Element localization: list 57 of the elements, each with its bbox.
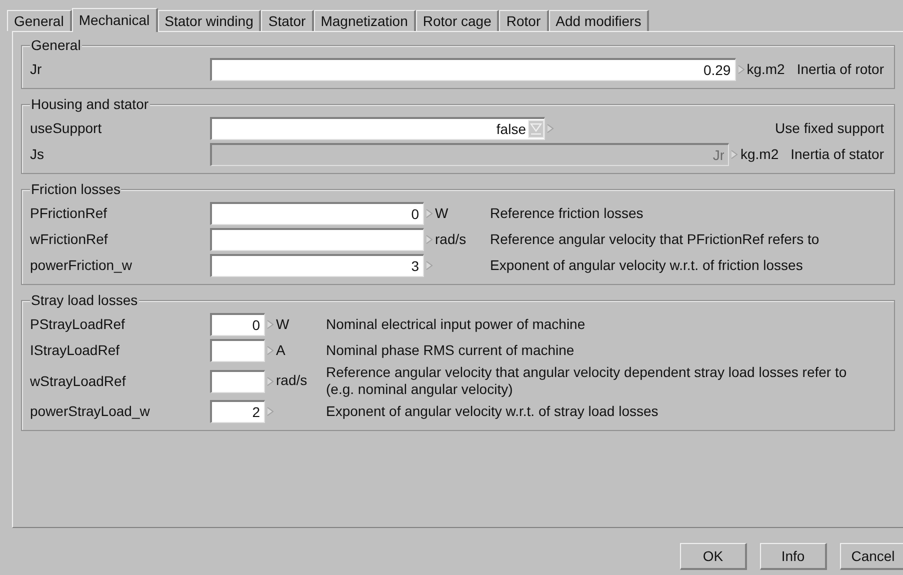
arrow-icon xyxy=(426,235,433,244)
description-text: Inertia of stator xyxy=(790,145,884,164)
description-text: Reference angular velocity that angular velocity dependent stray load losses refer to (e.g. nominal angular velocity) xyxy=(326,364,848,398)
arrow-icon xyxy=(426,261,433,270)
description-text: Use fixed support xyxy=(774,119,884,138)
description-text: Inertia of rotor xyxy=(796,60,884,79)
description-text: Reference angular velocity that PFrictionRef refers to xyxy=(490,231,820,248)
parameter-label: powerStrayLoad_w xyxy=(30,402,151,421)
unit-label: rad/s xyxy=(276,372,308,388)
arrow-icon xyxy=(738,65,745,74)
description-text: Reference friction losses xyxy=(490,205,644,222)
description-text: Exponent of angular velocity w.r.t. of stray load losses xyxy=(326,403,660,420)
tab[interactable]: Rotor xyxy=(499,10,549,31)
tab[interactable]: Stator xyxy=(261,10,314,31)
arrow-icon xyxy=(267,376,274,386)
unit-label: rad/s xyxy=(435,230,466,246)
value-field[interactable]: 0 xyxy=(210,202,424,225)
description-text: Nominal electrical input power of machine xyxy=(326,316,586,333)
parameter-label: wStrayLoadRef xyxy=(30,372,127,391)
value-field[interactable]: 2 xyxy=(210,400,265,423)
arrow-icon xyxy=(267,407,274,416)
value-field[interactable]: 3 xyxy=(210,254,424,277)
unit-label: W xyxy=(435,204,448,220)
arrow-icon xyxy=(547,124,554,133)
description-text: Nominal phase RMS current of machine xyxy=(326,342,576,359)
dialog-button[interactable]: OK xyxy=(680,543,747,570)
arrow-icon xyxy=(426,209,433,218)
tab[interactable]: Mechanical xyxy=(72,8,158,32)
arrow-icon xyxy=(731,150,738,159)
unit-label: A xyxy=(276,342,286,358)
parameter-label: powerFriction_w xyxy=(30,256,133,275)
parameter-label: PFrictionRef xyxy=(30,204,108,223)
tab[interactable]: Stator winding xyxy=(158,10,262,31)
dropdown-field[interactable]: false xyxy=(210,117,545,140)
dialog-button[interactable]: Info xyxy=(760,543,827,570)
description-text: Exponent of angular velocity w.r.t. of friction losses xyxy=(490,257,804,274)
arrow-icon xyxy=(267,320,274,329)
dialog-button[interactable]: Cancel xyxy=(840,543,903,570)
parameter-label: Jr xyxy=(30,60,43,79)
parameter-label: wFrictionRef xyxy=(30,230,109,249)
unit-label: kg.m2 xyxy=(740,145,779,164)
value-field[interactable] xyxy=(210,370,265,392)
tab[interactable]: Add modifiers xyxy=(548,10,650,31)
tab[interactable]: General xyxy=(7,10,72,31)
value-field[interactable] xyxy=(210,228,424,251)
parameter-label: useSupport xyxy=(30,119,103,138)
arrow-icon xyxy=(267,346,274,355)
parameter-label: Js xyxy=(30,145,45,164)
tab[interactable]: Rotor cage xyxy=(416,10,500,31)
value-field[interactable]: 0.29 xyxy=(210,58,736,81)
value-field[interactable]: 0 xyxy=(210,313,265,336)
value-field[interactable] xyxy=(210,339,265,362)
unit-label: kg.m2 xyxy=(746,60,785,79)
parameter-label: PStrayLoadRef xyxy=(30,315,126,334)
unit-label: W xyxy=(276,316,290,332)
tab[interactable]: Magnetization xyxy=(314,10,416,31)
parameter-label: IStrayLoadRef xyxy=(30,341,120,360)
